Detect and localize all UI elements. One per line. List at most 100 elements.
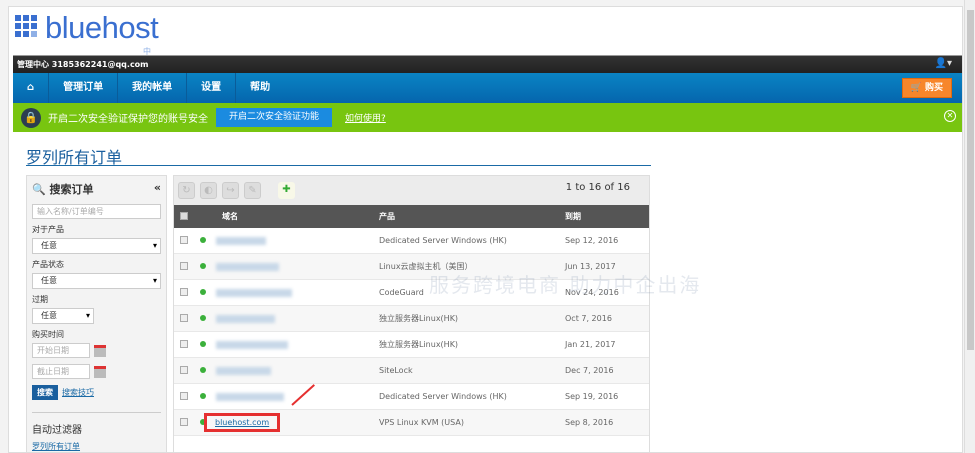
nav-help[interactable]: 帮助 — [236, 73, 284, 103]
refresh-icon[interactable]: ↻ — [178, 182, 195, 199]
row-checkbox[interactable] — [180, 391, 188, 400]
row-checkbox[interactable] — [180, 287, 188, 296]
home-icon[interactable]: ⌂ — [13, 73, 50, 103]
expire-label: 过期 — [32, 295, 48, 304]
add-order-icon[interactable]: ✚ — [278, 182, 295, 199]
renew-icon[interactable]: ◐ — [200, 182, 217, 199]
expires-cell: Oct 7, 2016 — [565, 314, 612, 323]
row-checkbox[interactable] — [180, 261, 188, 270]
blurred-domain — [216, 392, 284, 401]
user-menu-icon[interactable]: 👤▾ — [935, 58, 952, 69]
domain-link[interactable]: bluehost.com — [204, 413, 281, 432]
status-active-icon — [200, 341, 206, 347]
search-sidebar: 🔍 搜索订单« 输入名称/订单编号 对于产品 任意 产品状态 任意 过期 任意 … — [26, 175, 167, 452]
select-all-checkbox[interactable] — [180, 211, 188, 220]
bluehost-logo[interactable]: bluehost 中国 — [15, 10, 159, 67]
auto-filter-heading: 自动过滤器 — [32, 425, 82, 436]
account-label: 管理中心 3185362241@qq.com — [17, 60, 149, 69]
account-bar: 管理中心 3185362241@qq.com 👤▾ — [13, 55, 962, 73]
collapse-icon[interactable]: « — [154, 181, 161, 197]
security-alert: 🔒 开启二次安全验证保护您的账号安全 开启二次安全验证功能 如何使用? ✕ — [13, 103, 962, 132]
blurred-domain — [216, 340, 288, 349]
status-active-icon — [200, 289, 206, 295]
product-cell: 独立服务器Linux(HK) — [379, 314, 459, 323]
status-active-icon — [200, 315, 206, 321]
expires-cell: Sep 12, 2016 — [565, 236, 619, 245]
product-cell: 独立服务器Linux(HK) — [379, 340, 459, 349]
calendar-icon[interactable] — [94, 344, 106, 357]
buy-button[interactable]: 🛒 购买 — [901, 78, 952, 98]
status-label: 产品状态 — [32, 260, 64, 269]
table-toolbar: ↻ ◐ ↪ ✎ ✚ 1 to 16 of 16 — [174, 176, 649, 205]
row-checkbox[interactable] — [180, 365, 188, 374]
end-date-input[interactable]: 截止日期 — [32, 364, 90, 379]
close-icon[interactable]: ✕ — [944, 110, 956, 122]
nav-settings[interactable]: 设置 — [187, 73, 237, 103]
table-row[interactable]: SiteLock Dec 7, 2016 — [174, 358, 649, 384]
blurred-domain — [216, 236, 266, 245]
main-nav: ⌂ 管理订单 我的帐单 设置 帮助 🛒 购买 — [13, 73, 962, 103]
table-row[interactable]: Dedicated Server Windows (HK) Sep 19, 20… — [174, 384, 649, 410]
product-cell: Dedicated Server Windows (HK) — [379, 236, 507, 245]
status-select[interactable]: 任意 — [32, 273, 161, 289]
transfer-icon[interactable]: ↪ — [222, 182, 239, 199]
enable-2fa-button[interactable]: 开启二次安全验证功能 — [216, 108, 333, 127]
status-active-icon — [200, 367, 206, 373]
blurred-domain — [216, 288, 292, 297]
calendar-icon[interactable] — [94, 365, 106, 378]
start-date-input[interactable]: 开始日期 — [32, 343, 90, 358]
how-to-use-link[interactable]: 如何使用? — [345, 111, 386, 124]
orders-table: ↻ ◐ ↪ ✎ ✚ 1 to 16 of 16 域名 产品 到期 Dedicat… — [173, 175, 650, 452]
product-cell: SiteLock — [379, 366, 413, 375]
search-input[interactable]: 输入名称/订单编号 — [32, 204, 161, 219]
edit-icon[interactable]: ✎ — [244, 182, 261, 199]
table-row[interactable]: 独立服务器Linux(HK) Oct 7, 2016 — [174, 306, 649, 332]
expires-cell: Dec 7, 2016 — [565, 366, 614, 375]
row-checkbox[interactable] — [180, 313, 188, 322]
watermark-text: 服务跨境电商 助力中企出海 — [429, 273, 702, 297]
blurred-domain — [216, 366, 271, 375]
header-expires[interactable]: 到期 — [565, 211, 645, 222]
product-cell: Dedicated Server Windows (HK) — [379, 392, 507, 401]
product-select[interactable]: 任意 — [32, 238, 161, 254]
header-product[interactable]: 产品 — [376, 211, 565, 222]
header-domain[interactable]: 域名 — [202, 211, 376, 222]
expires-cell: Sep 8, 2016 — [565, 418, 614, 427]
expires-cell: Jan 21, 2017 — [565, 340, 616, 349]
title-divider — [26, 165, 651, 166]
cart-icon: 🛒 — [910, 83, 922, 93]
product-cell: VPS Linux KVM (USA) — [379, 418, 464, 427]
row-checkbox[interactable] — [180, 235, 188, 244]
buy-label: 购买 — [924, 83, 943, 93]
row-checkbox[interactable] — [180, 339, 188, 348]
alert-text: 开启二次安全验证保护您的账号安全 — [48, 114, 208, 125]
search-button[interactable]: 搜索 — [32, 385, 58, 400]
pagination-info: 1 to 16 of 16 — [565, 182, 630, 193]
browser-page: bluehost 中国 管理中心 3185362241@qq.com 👤▾ ⌂ … — [8, 6, 963, 453]
blurred-domain — [216, 262, 279, 271]
search-tips-link[interactable]: 搜索技巧 — [62, 387, 94, 398]
status-active-icon — [200, 263, 206, 269]
nav-my-bills[interactable]: 我的帐单 — [118, 73, 188, 103]
row-checkbox[interactable] — [180, 417, 188, 426]
nav-manage-orders[interactable]: 管理订单 — [49, 73, 119, 103]
search-icon: 🔍 — [32, 183, 46, 196]
list-all-orders-link[interactable]: 罗列所有订单 — [32, 442, 80, 451]
lock-icon: 🔒 — [21, 107, 41, 128]
table-row[interactable]: 独立服务器Linux(HK) Jan 21, 2017 — [174, 332, 649, 358]
scrollbar[interactable] — [964, 0, 975, 453]
status-active-icon — [200, 237, 206, 243]
table-header: 域名 产品 到期 — [174, 205, 649, 228]
logo-grid-icon — [15, 15, 37, 37]
expire-select[interactable]: 任意 — [32, 308, 94, 324]
status-active-icon — [200, 393, 206, 399]
sidebar-title: 搜索订单 — [49, 183, 94, 196]
expires-cell: Sep 19, 2016 — [565, 392, 619, 401]
date-label: 购买时间 — [32, 330, 64, 339]
blurred-domain — [216, 314, 275, 323]
product-label: 对于产品 — [32, 225, 64, 234]
logo-text: bluehost — [45, 10, 159, 45]
table-row[interactable]: bluehost.com VPS Linux KVM (USA) Sep 8, … — [174, 410, 649, 436]
table-row[interactable]: Dedicated Server Windows (HK) Sep 12, 20… — [174, 228, 649, 254]
divider — [32, 412, 161, 413]
